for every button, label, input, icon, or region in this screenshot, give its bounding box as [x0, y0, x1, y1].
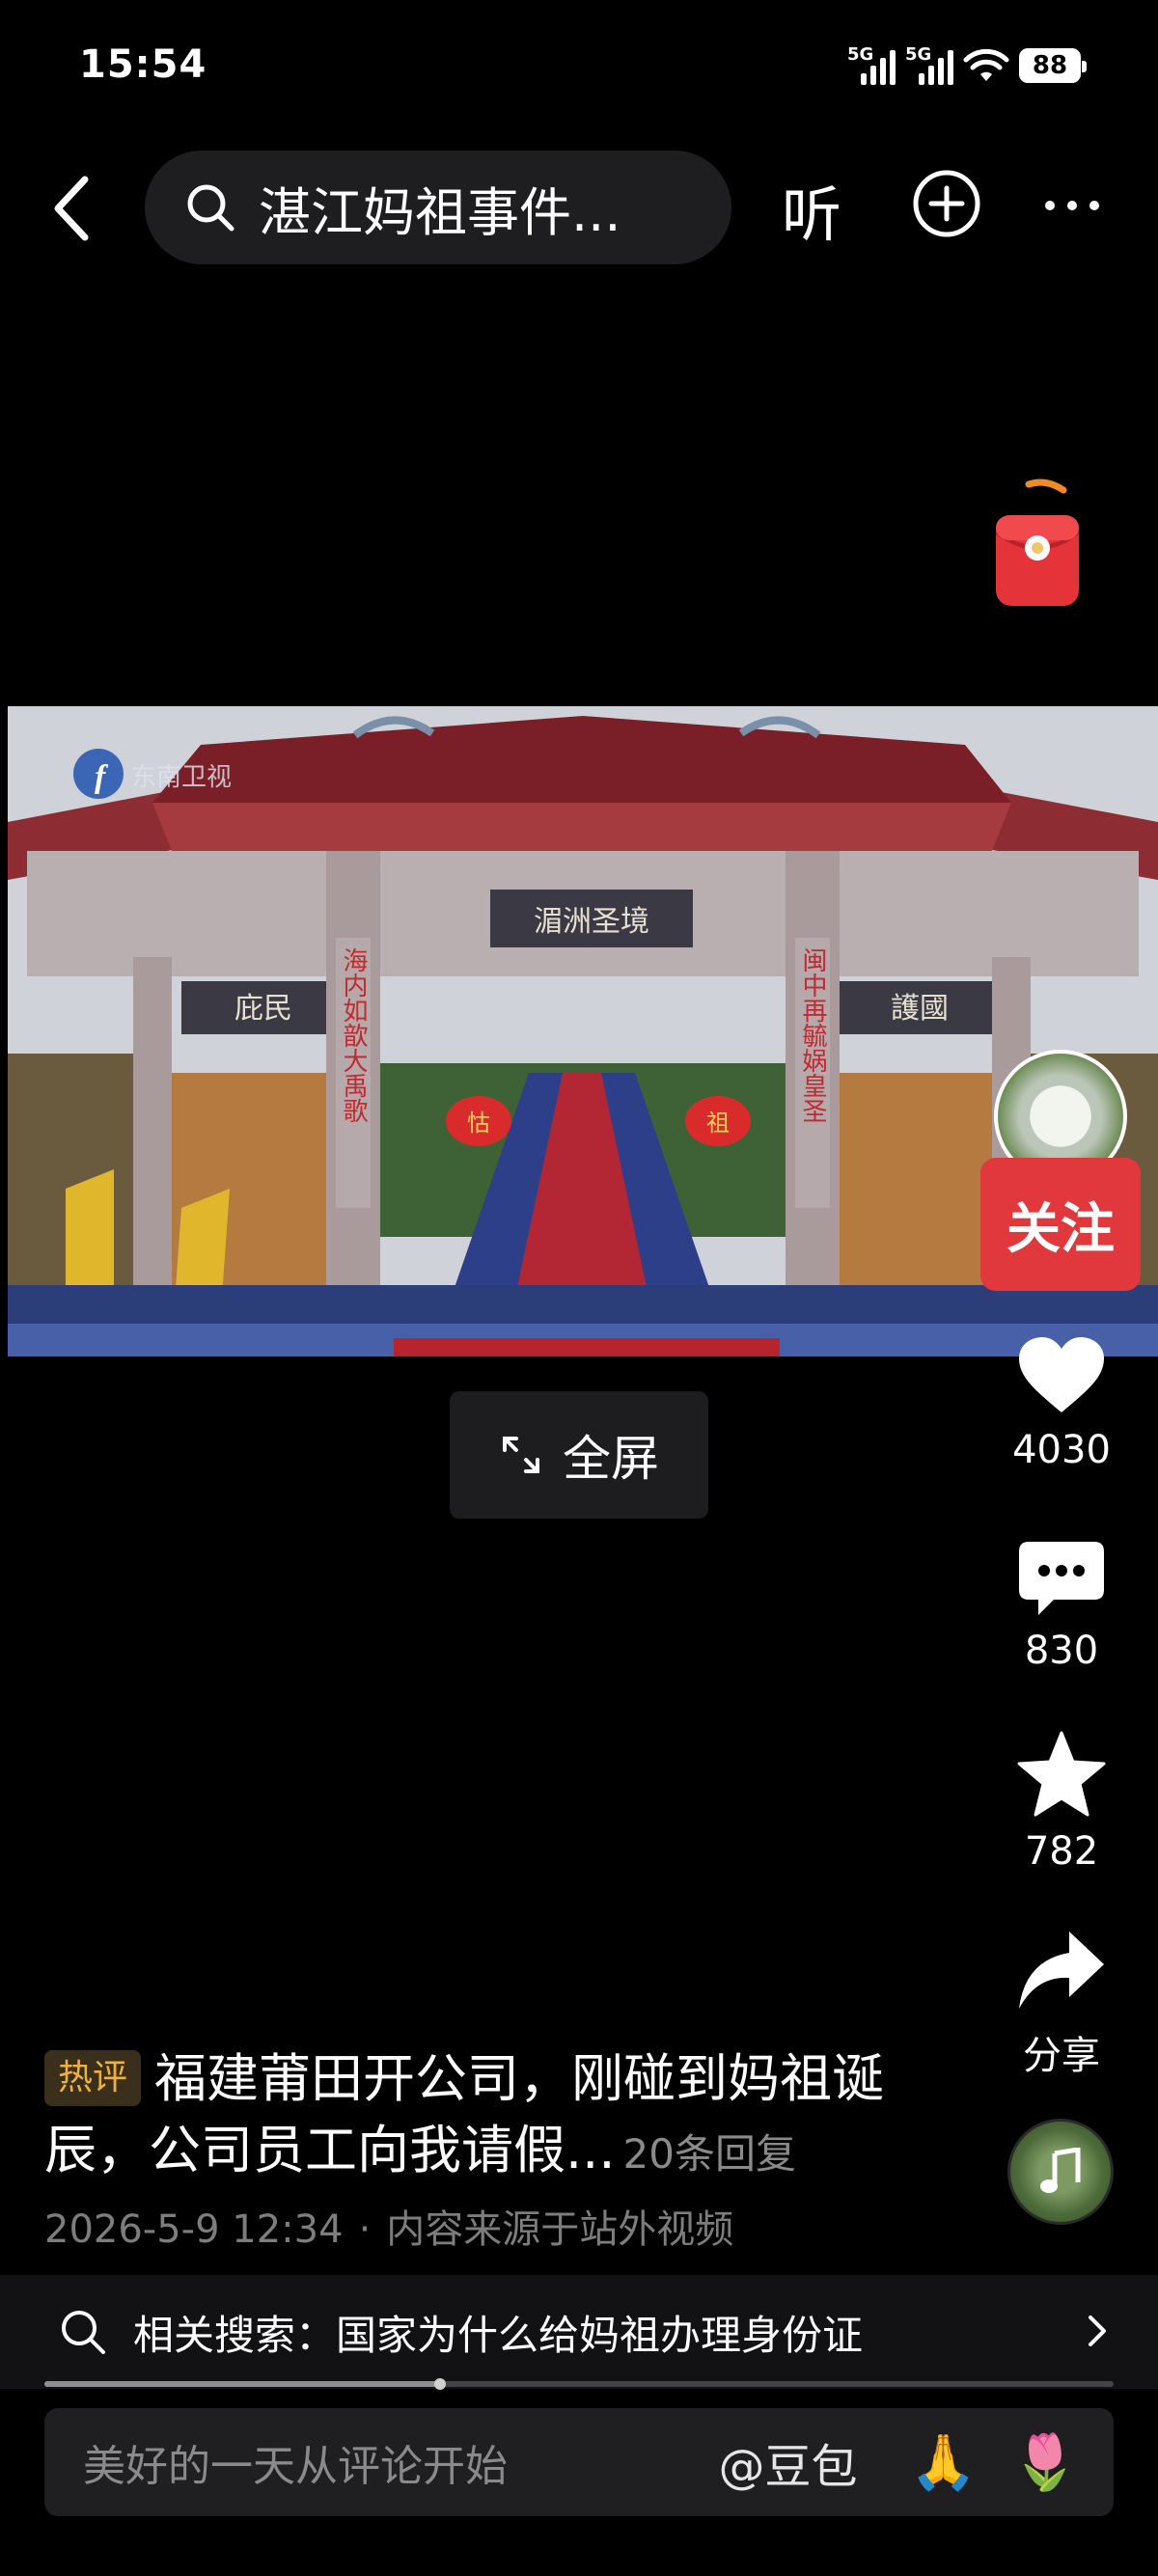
right-couplet-text: 闽中再毓娲皇圣 [798, 947, 827, 1123]
signal-label: 5G [905, 44, 932, 65]
comment-icon [1019, 1542, 1104, 1615]
search-query: 湛江妈祖事件... [259, 181, 621, 243]
emoji-flower-button[interactable]: 🌷 [1011, 2430, 1079, 2494]
fullscreen-button[interactable]: 全屏 [450, 1391, 708, 1519]
favorite-button[interactable]: 782 [984, 1731, 1139, 1874]
share-label: 分享 [1023, 2034, 1100, 2078]
emoji-pray-button[interactable]: 🙏 [910, 2430, 978, 2494]
comment-count: 830 [1024, 1629, 1099, 1673]
mention-button[interactable]: @豆包 [719, 2428, 858, 2496]
star-icon [1017, 1731, 1106, 1817]
add-circle-icon[interactable] [911, 168, 982, 239]
wifi-icon [963, 48, 1009, 81]
hot-comment[interactable]: 热评 福建莆田开公司，刚碰到妈祖诞辰，公司员工向我请假... 20条回复 [44, 2043, 932, 2190]
cellular-signal-icon: 5G [847, 44, 896, 85]
heart-icon [1019, 1337, 1104, 1412]
back-arrow-icon[interactable] [42, 170, 100, 247]
comment-button[interactable]: 830 [984, 1540, 1139, 1673]
follow-button[interactable]: 关注 [980, 1158, 1141, 1291]
share-button[interactable]: 分享 [984, 1930, 1139, 2080]
lantern-right-text: 祖 [706, 1110, 730, 1137]
music-disc[interactable] [1007, 2119, 1114, 2225]
post-meta: 2026-5-9 12:34 · 内容来源于站外视频 [44, 2207, 734, 2252]
search-icon [62, 2311, 105, 2354]
video-progress-bar[interactable] [44, 2378, 1114, 2390]
reply-count[interactable]: 20条回复 [623, 2130, 796, 2178]
right-plaque-text: 護國 [891, 992, 949, 1026]
video-progress-fill [44, 2381, 440, 2387]
left-plaque-text: 庇民 [234, 992, 292, 1026]
expand-icon [503, 1437, 539, 1473]
center-plaque-text: 湄洲圣境 [534, 905, 649, 939]
related-search-text: 相关搜索：国家为什么给妈祖办理身份证 [133, 2311, 864, 2359]
signal-label: 5G [847, 44, 874, 65]
comment-input[interactable]: 美好的一天从评论开始 @豆包 🙏 🌷 [44, 2408, 1114, 2516]
search-box[interactable]: 湛江妈祖事件... [145, 151, 731, 264]
favorite-count: 782 [1024, 1829, 1099, 1874]
content-source: 内容来源于站外视频 [386, 2207, 734, 2252]
hot-comment-badge: 热评 [44, 2050, 142, 2106]
lantern-left-text: 怙 [467, 1110, 490, 1137]
like-count: 4030 [1012, 1428, 1111, 1472]
related-search-bar[interactable]: 相关搜索：国家为什么给妈祖办理身份证 [0, 2275, 1158, 2389]
red-packet-icon[interactable] [990, 477, 1083, 612]
listen-button[interactable]: 听 [782, 166, 841, 253]
comment-placeholder: 美好的一天从评论开始 [83, 2442, 508, 2491]
post-date: 2026-5-9 12:34 [44, 2207, 344, 2252]
search-icon [187, 184, 234, 232]
left-couplet-text: 海内如歆大禹歌 [339, 947, 368, 1123]
video-progress-thumb[interactable] [433, 2378, 446, 2390]
fullscreen-label: 全屏 [563, 1431, 659, 1487]
chevron-right-icon [1089, 2316, 1106, 2346]
tv-watermark: 东南卫视 [131, 763, 232, 792]
status-time: 15:54 [79, 42, 207, 87]
more-dots-icon[interactable] [1040, 174, 1104, 237]
status-bar: 15:54 5G 5G 88 [0, 0, 1158, 135]
like-button[interactable]: 4030 [984, 1335, 1139, 1472]
status-icons: 5G 5G 88 [847, 44, 1087, 87]
battery-icon: 88 [1019, 48, 1087, 83]
share-icon [1019, 1932, 1104, 2009]
music-note-icon [1040, 2148, 1081, 2193]
cellular-signal-icon: 5G [905, 44, 953, 85]
